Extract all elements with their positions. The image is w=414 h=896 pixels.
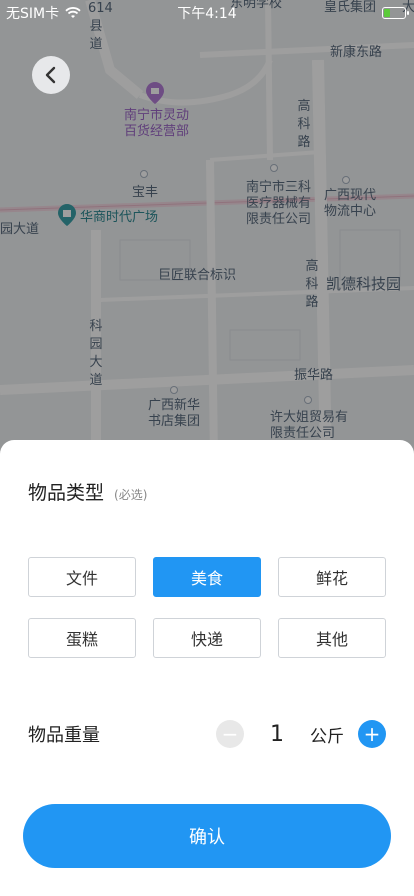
status-bar: 无SIM卡 下午4:14 [0, 0, 414, 26]
option-file[interactable]: 文件 [28, 557, 136, 597]
confirm-button[interactable]: 确认 [23, 804, 391, 868]
sheet-header: 物品类型 (必选) [28, 478, 147, 505]
carrier-label: 无SIM卡 [6, 6, 60, 22]
weight-unit: 公斤 [310, 726, 344, 747]
weight-label: 物品重量 [28, 725, 100, 746]
item-type-options: 文件 美食 鲜花 蛋糕 快递 其他 [28, 557, 386, 658]
back-button[interactable] [32, 56, 70, 94]
increase-weight-button[interactable]: + [358, 720, 386, 748]
option-food[interactable]: 美食 [153, 557, 261, 597]
item-type-title: 物品类型 [28, 482, 105, 504]
decrease-weight-button[interactable]: − [216, 720, 244, 748]
weight-stepper: − 1 公斤 + [216, 720, 386, 748]
option-other[interactable]: 其他 [278, 618, 386, 658]
weight-value: 1 [270, 721, 284, 747]
option-flowers[interactable]: 鲜花 [278, 557, 386, 597]
option-express[interactable]: 快递 [153, 618, 261, 658]
chevron-left-icon [45, 66, 56, 84]
wifi-icon [65, 7, 81, 18]
item-type-sheet: 物品类型 (必选) 文件 美食 鲜花 蛋糕 快递 其他 物品重量 − 1 公斤 … [0, 440, 414, 896]
option-cake[interactable]: 蛋糕 [28, 618, 136, 658]
required-hint: (必选) [114, 488, 148, 502]
battery-icon [382, 7, 409, 19]
weight-row: 物品重量 − 1 公斤 + [28, 716, 386, 752]
